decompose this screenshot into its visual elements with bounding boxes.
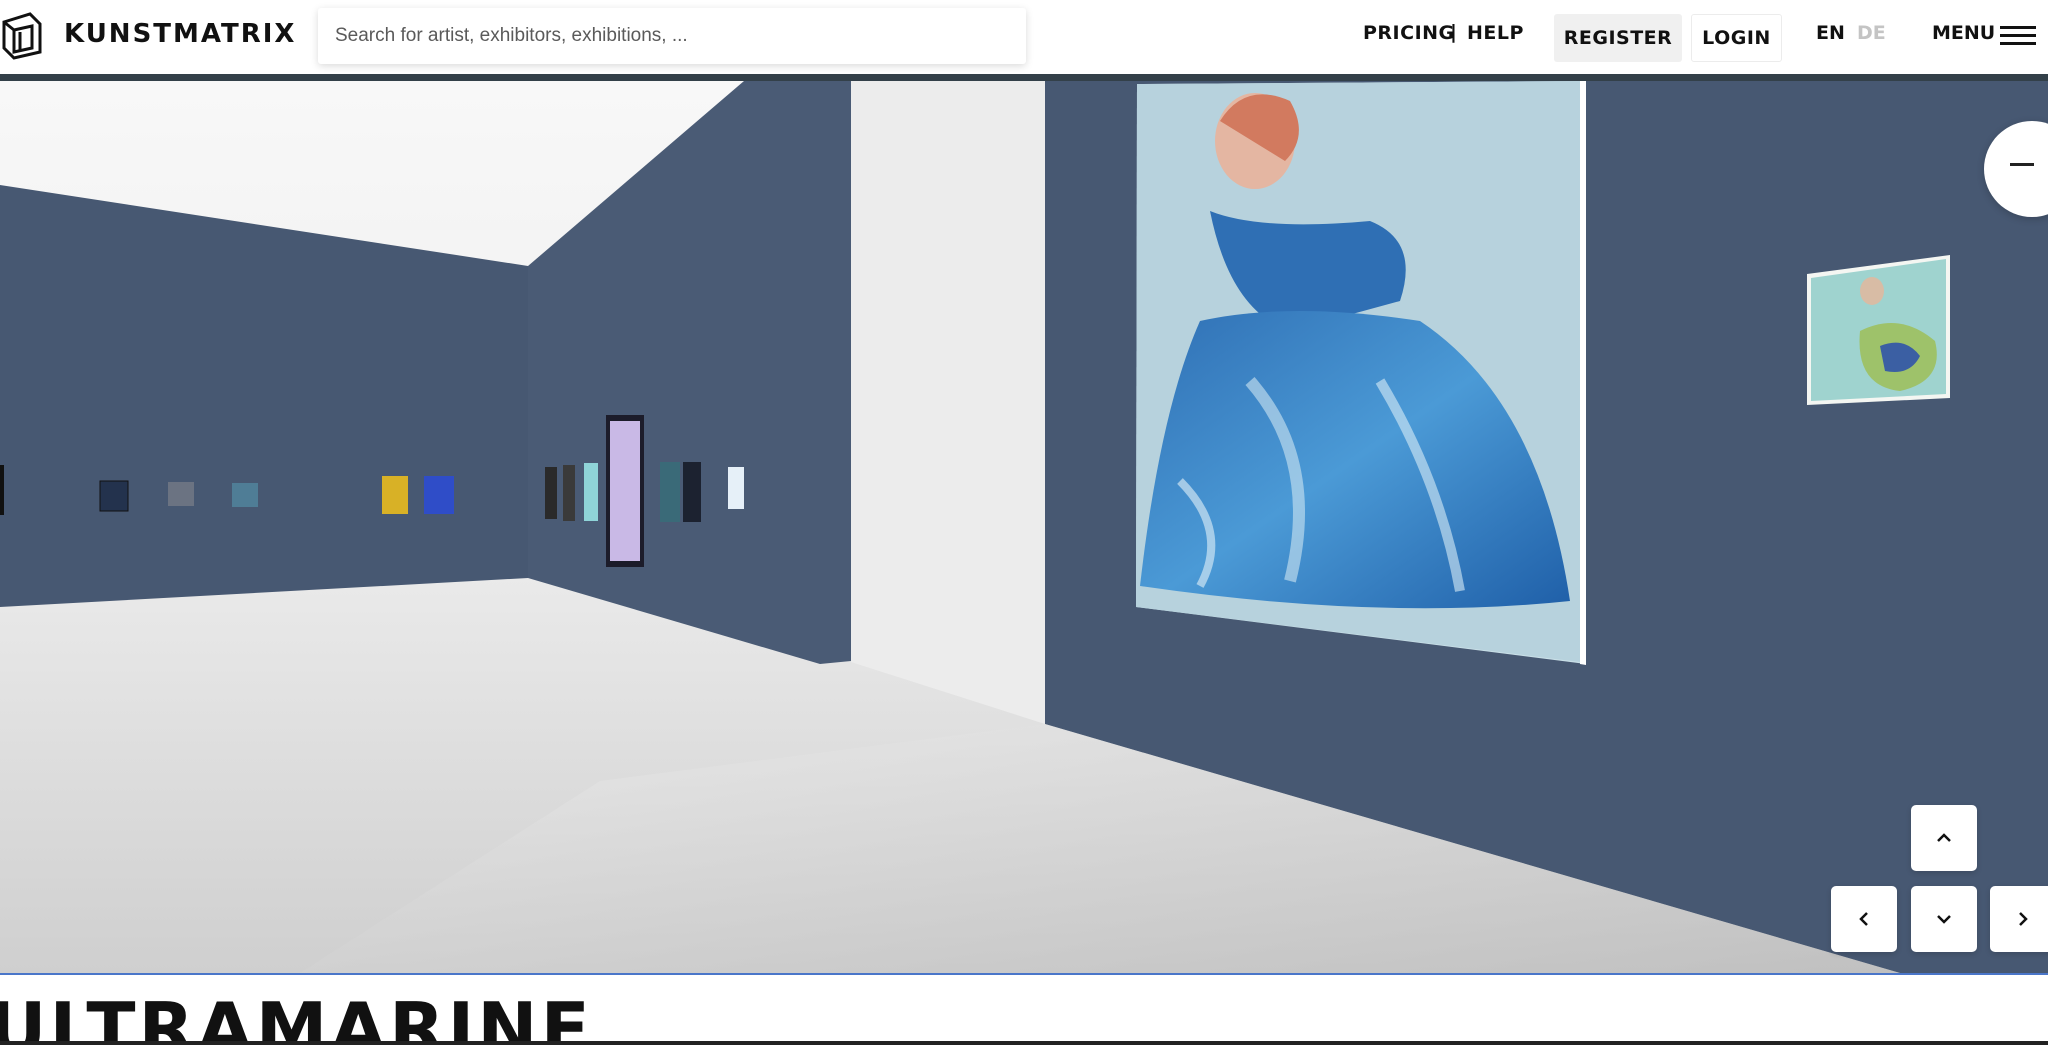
chevron-down-icon [1937,915,1951,924]
chevron-up-icon [1937,833,1951,842]
header-divider [0,74,2048,81]
turn-right-button[interactable] [1990,886,2048,952]
search-input[interactable] [318,8,1026,64]
hamburger-menu-icon[interactable] [2000,26,2036,46]
exhibition-title: ULTRAMARINE [0,987,593,1045]
bottom-divider [0,1041,2048,1045]
login-button[interactable]: LOGIN [1691,14,1782,62]
nav-separator: | [1450,21,1457,43]
chevron-right-icon [2019,912,2028,926]
brand-name[interactable]: KUNSTMATRIX [64,19,296,49]
turn-left-button[interactable] [1831,886,1897,952]
chevron-left-icon [1859,912,1868,926]
artwork-small-portrait[interactable] [1807,255,1950,405]
virtual-gallery-viewer[interactable] [0,81,2048,973]
featured-artwork-blue-dress[interactable] [1136,81,1586,665]
exhibition-title-bar: ULTRAMARINE [0,973,2048,1045]
language-en[interactable]: EN [1816,22,1845,44]
pricing-link[interactable]: PRICING [1363,22,1455,44]
language-de[interactable]: DE [1857,22,1886,44]
register-button[interactable]: REGISTER [1554,14,1682,62]
menu-label[interactable]: MENU [1932,22,1995,44]
gallery-scene[interactable] [0,81,2048,973]
help-link[interactable]: HELP [1467,22,1524,44]
kunstmatrix-logo-icon[interactable] [0,12,44,60]
top-navigation-bar: KUNSTMATRIX PRICING | HELP REGISTER LOGI… [0,0,2048,74]
move-back-button[interactable] [1911,886,1977,952]
move-forward-button[interactable] [1911,805,1977,871]
